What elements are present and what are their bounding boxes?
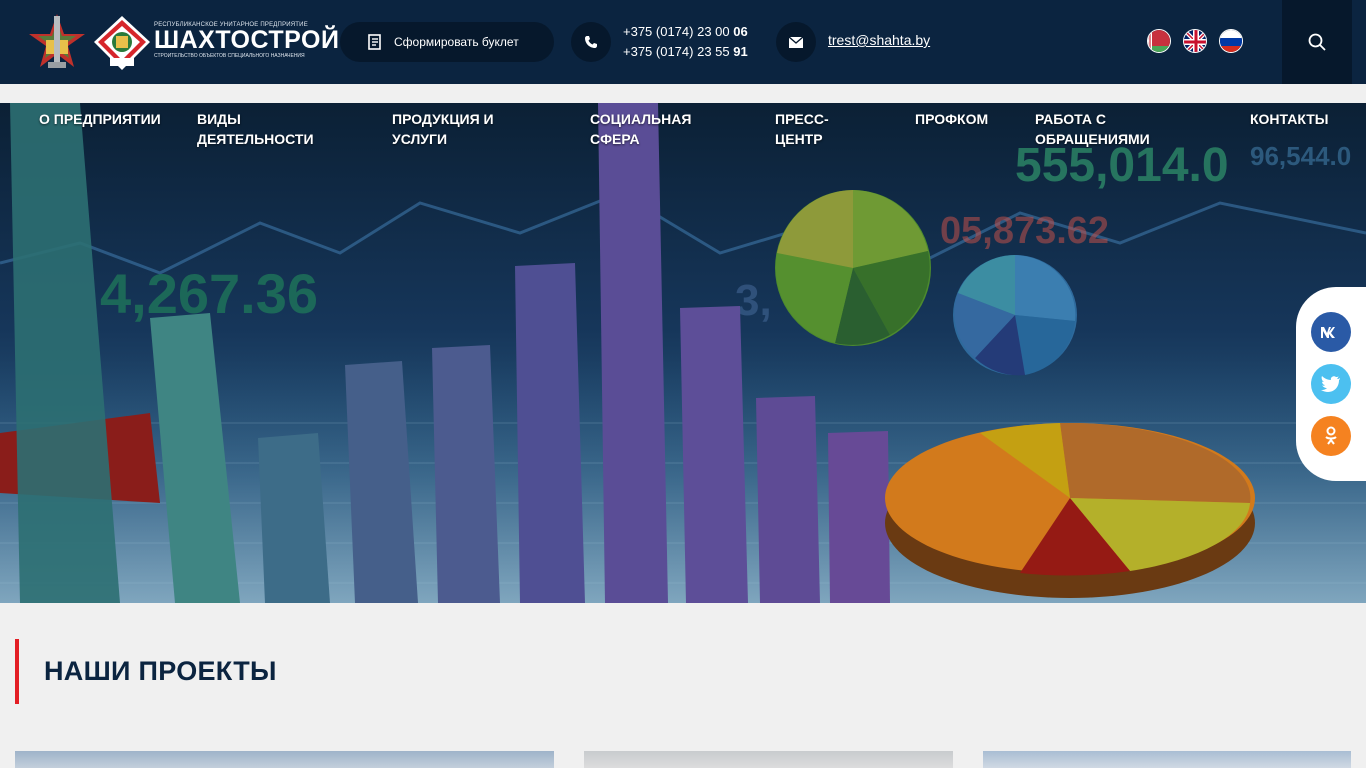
phone-line-2[interactable]: +375 (0174) 23 55 91 <box>623 42 748 62</box>
booklet-label: Сформировать буклет <box>394 35 519 49</box>
hero-number-5: 3, <box>735 276 772 325</box>
project-card[interactable] <box>584 751 953 768</box>
twitter-icon[interactable] <box>1311 364 1351 404</box>
social-links-panel <box>1296 287 1366 481</box>
site-header: РЕСПУБЛИКАНСКОЕ УНИТАРНОЕ ПРЕДПРИЯТИЕ ША… <box>0 0 1366 84</box>
anniversary-emblem <box>26 12 88 72</box>
logo-title: ШАХТОСТРОЙ <box>154 26 340 54</box>
project-card[interactable] <box>983 751 1351 768</box>
nav-social-sphere[interactable]: СОЦИАЛЬНАЯ СФЕРА <box>590 109 710 149</box>
nav-trade-union[interactable]: ПРОФКОМ <box>915 109 1015 129</box>
mail-icon <box>776 22 816 62</box>
generate-booklet-button[interactable]: Сформировать буклет <box>340 22 554 62</box>
search-icon <box>1308 33 1326 51</box>
phone-icon <box>571 22 611 62</box>
project-card[interactable] <box>15 751 554 768</box>
company-logo[interactable] <box>92 14 152 72</box>
nav-products-services[interactable]: ПРОДУКЦИЯ И УСЛУГИ <box>392 109 522 149</box>
section-title: НАШИ ПРОЕКТЫ <box>44 656 277 686</box>
phone-line-1[interactable]: +375 (0174) 23 00 06 <box>623 22 748 42</box>
vk-icon[interactable] <box>1311 312 1351 352</box>
main-navigation: О ПРЕДПРИЯТИИ ВИДЫ ДЕЯТЕЛЬНОСТИ ПРОДУКЦИ… <box>0 103 1366 163</box>
nav-appeals[interactable]: РАБОТА С ОБРАЩЕНИЯМИ <box>1035 109 1195 149</box>
hero-chart-illustration: 555,014.0 05,873.62 4,267.36 96,544.0 3, <box>0 103 1366 603</box>
phone-numbers: +375 (0174) 23 00 06 +375 (0174) 23 55 9… <box>623 22 748 62</box>
company-name: РЕСПУБЛИКАНСКОЕ УНИТАРНОЕ ПРЕДПРИЯТИЕ ША… <box>154 22 340 59</box>
search-button[interactable] <box>1282 0 1352 84</box>
nav-press-center[interactable]: ПРЕСС-ЦЕНТР <box>775 109 855 149</box>
email-link[interactable]: trest@shahta.by <box>828 32 930 48</box>
section-accent-bar <box>15 639 19 704</box>
language-ru-flag-icon[interactable] <box>1219 29 1243 53</box>
odnoklassniki-icon[interactable] <box>1311 416 1351 456</box>
nav-about[interactable]: О ПРЕДПРИЯТИИ <box>39 109 169 129</box>
hero-banner: 555,014.0 05,873.62 4,267.36 96,544.0 3, <box>0 103 1366 603</box>
logo-bottom-line: СТРОИТЕЛЬСТВО ОБЪЕКТОВ СПЕЦИАЛЬНОГО НАЗН… <box>154 53 305 59</box>
hero-number-2: 05,873.62 <box>940 210 1109 252</box>
language-en-flag-icon[interactable] <box>1183 29 1207 53</box>
nav-activities[interactable]: ВИДЫ ДЕЯТЕЛЬНОСТИ <box>197 109 337 149</box>
nav-contacts[interactable]: КОНТАКТЫ <box>1250 109 1350 129</box>
booklet-icon <box>368 34 381 50</box>
language-be-flag-icon[interactable] <box>1147 29 1171 53</box>
